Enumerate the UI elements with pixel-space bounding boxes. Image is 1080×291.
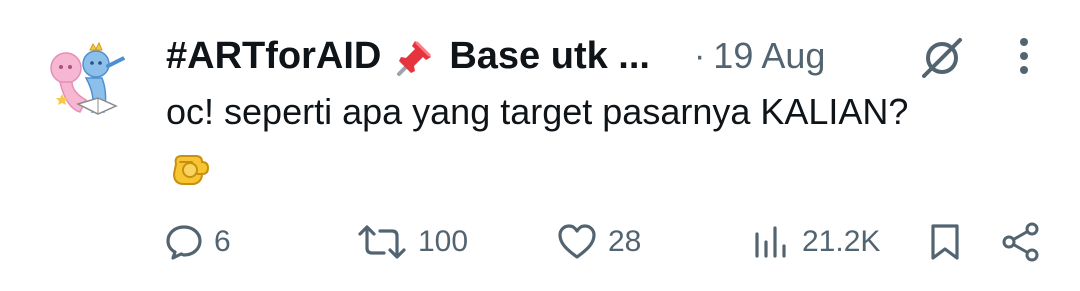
like-count: 28 (608, 225, 642, 258)
bookmark-icon (931, 224, 959, 260)
repost-button[interactable]: 100 (356, 214, 468, 270)
grok-icon[interactable] (918, 34, 966, 82)
backhand-index-pointing-icon (166, 144, 214, 192)
like-button[interactable]: 28 (556, 214, 641, 270)
author-display-name[interactable]: #ARTforAID (166, 35, 381, 78)
views-count: 21.2K (802, 225, 881, 258)
bookmark-button[interactable] (928, 214, 962, 270)
reply-button[interactable]: 6 (164, 214, 231, 270)
author-name-suffix[interactable]: Base utk ... (449, 35, 650, 78)
tweet[interactable]: #ARTforAID Base utk ... · 19 Aug oc! sep… (0, 0, 1080, 291)
share-icon (1002, 222, 1039, 262)
reply-count: 6 (214, 225, 231, 258)
more-vertical-icon[interactable] (1006, 34, 1042, 78)
repost-count: 100 (418, 225, 469, 258)
avatar[interactable] (42, 38, 132, 128)
tweet-header: #ARTforAID Base utk ... · 19 Aug (166, 30, 1046, 82)
avatar-illustration (50, 41, 126, 115)
pushpin-icon (393, 33, 439, 79)
views-icon (755, 226, 786, 258)
heart-icon (558, 224, 596, 259)
share-button[interactable] (1000, 214, 1042, 270)
views-button[interactable]: 21.2K (752, 214, 880, 270)
tweet-text: oc! seperti apa yang target pasarnya KAL… (166, 91, 909, 132)
tweet-date[interactable]: 19 Aug (713, 35, 825, 77)
repost-icon (358, 225, 406, 259)
header-separator: · (693, 36, 706, 75)
reply-icon (166, 225, 202, 260)
tweet-action-bar: 6 100 28 21.2K (0, 214, 1080, 270)
